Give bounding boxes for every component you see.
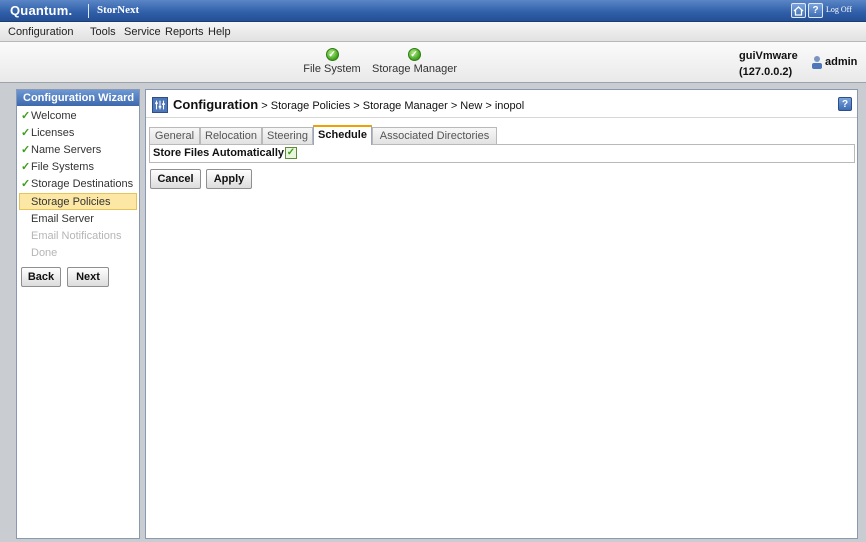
tab-steering[interactable]: Steering bbox=[262, 127, 313, 144]
wizard-step-label: Storage Policies bbox=[31, 196, 111, 208]
page-help-icon[interactable]: ? bbox=[838, 97, 852, 111]
wizard-step-label: Storage Destinations bbox=[31, 178, 134, 190]
host-info: guiVmware (127.0.0.2) bbox=[739, 48, 798, 80]
status-ok-icon: ✓ bbox=[407, 48, 421, 61]
user-icon bbox=[812, 56, 822, 69]
check-icon: ✓ bbox=[21, 144, 31, 156]
wizard-step-label: Licenses bbox=[31, 127, 75, 139]
wizard-step-name-servers[interactable]: ✓ Name Servers bbox=[19, 142, 137, 159]
title-bar: Quantum. StorNext ? Log Off bbox=[0, 0, 866, 22]
status-bar: ✓ File System ✓ Storage Manager guiVmwar… bbox=[0, 42, 866, 83]
status-label: Storage Manager bbox=[372, 63, 457, 75]
next-button[interactable]: Next bbox=[67, 267, 109, 287]
quantum-logo: Quantum. bbox=[10, 3, 73, 18]
main-panel: Configuration > Storage Policies > Stora… bbox=[145, 89, 858, 539]
wizard-step-label: File Systems bbox=[31, 161, 94, 173]
apply-button[interactable]: Apply bbox=[206, 169, 252, 189]
wizard-step-label: Email Server bbox=[31, 213, 94, 225]
back-button[interactable]: Back bbox=[21, 267, 61, 287]
home-icon[interactable] bbox=[791, 3, 806, 18]
schedule-tab-content: Store Files Automatically ✓ bbox=[149, 144, 855, 163]
wizard-step-label: Name Servers bbox=[31, 144, 102, 156]
wizard-step-done: Done bbox=[19, 245, 137, 262]
wizard-step-email-server[interactable]: Email Server bbox=[19, 211, 137, 228]
wizard-step-storage-policies[interactable]: Storage Policies bbox=[19, 193, 137, 210]
wizard-step-label: Done bbox=[31, 247, 58, 259]
configuration-icon bbox=[152, 97, 168, 113]
menu-reports[interactable]: Reports bbox=[165, 26, 204, 38]
wizard-title: Configuration Wizard bbox=[17, 90, 139, 106]
product-name: StorNext bbox=[97, 4, 140, 16]
menu-tools[interactable]: Tools bbox=[90, 26, 116, 38]
user-name[interactable]: admin bbox=[825, 56, 857, 68]
wizard-step-label: Welcome bbox=[31, 110, 77, 122]
title-divider bbox=[88, 4, 89, 18]
status-ok-icon: ✓ bbox=[325, 48, 339, 61]
menu-configuration[interactable]: Configuration bbox=[8, 26, 73, 38]
breadcrumb: Configuration > Storage Policies > Stora… bbox=[146, 90, 857, 118]
check-icon: ✓ bbox=[21, 178, 31, 190]
wizard-step-storage-destinations[interactable]: ✓ Storage Destinations bbox=[19, 176, 137, 193]
check-icon: ✓ bbox=[21, 127, 31, 139]
host-ip: (127.0.0.2) bbox=[739, 66, 793, 78]
tab-schedule[interactable]: Schedule bbox=[313, 125, 372, 145]
host-name: guiVmware bbox=[739, 50, 798, 62]
configuration-wizard: Configuration Wizard ✓ Welcome ✓ License… bbox=[16, 89, 140, 539]
breadcrumb-root: Configuration bbox=[173, 97, 259, 112]
status-label: File System bbox=[303, 63, 361, 75]
tab-general[interactable]: General bbox=[149, 127, 200, 144]
wizard-step-welcome[interactable]: ✓ Welcome bbox=[19, 108, 137, 125]
check-icon: ✓ bbox=[21, 110, 31, 122]
wizard-step-licenses[interactable]: ✓ Licenses bbox=[19, 125, 137, 142]
breadcrumb-path: > Storage Policies > Storage Manager > N… bbox=[258, 100, 525, 112]
store-files-automatically-checkbox[interactable]: ✓ bbox=[285, 147, 297, 159]
status-file-system[interactable]: ✓ File System bbox=[302, 48, 362, 75]
help-button-icon[interactable]: ? bbox=[808, 3, 823, 18]
menu-service[interactable]: Service bbox=[124, 26, 161, 38]
store-files-automatically-label: Store Files Automatically bbox=[153, 147, 285, 159]
wizard-step-label: Email Notifications bbox=[31, 230, 122, 242]
menu-help[interactable]: Help bbox=[208, 26, 231, 38]
logoff-link[interactable]: Log Off bbox=[826, 5, 852, 14]
wizard-step-email-notifications: Email Notifications bbox=[19, 228, 137, 245]
menu-bar: Configuration Tools Service Reports Help bbox=[0, 22, 866, 42]
page-title: Configuration > Storage Policies > Stora… bbox=[173, 97, 524, 112]
tab-relocation[interactable]: Relocation bbox=[200, 127, 262, 144]
wizard-step-file-systems[interactable]: ✓ File Systems bbox=[19, 159, 137, 176]
cancel-button[interactable]: Cancel bbox=[150, 169, 201, 189]
check-icon: ✓ bbox=[21, 161, 31, 173]
status-storage-manager[interactable]: ✓ Storage Manager bbox=[372, 48, 457, 75]
tab-associated-directories[interactable]: Associated Directories bbox=[372, 127, 497, 144]
